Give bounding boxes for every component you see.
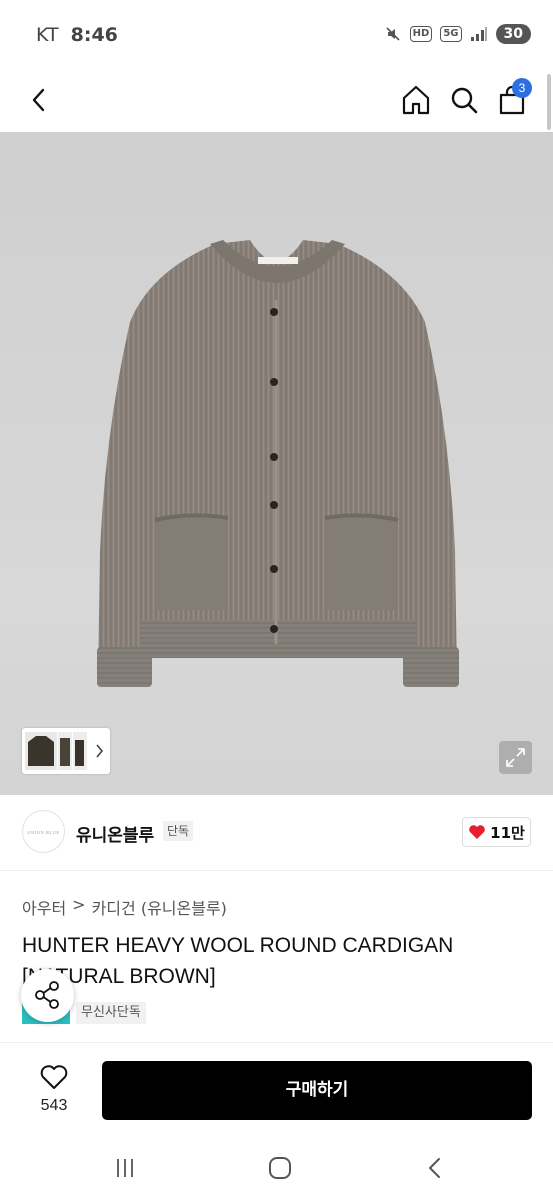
search-icon[interactable] [446, 82, 482, 118]
thumbnail-strip[interactable] [22, 728, 110, 774]
battery-indicator: 30 [495, 24, 531, 44]
clock: 8:46 [70, 24, 118, 46]
musinsa-exclusive-tag: 무신사단독 [76, 1002, 146, 1024]
exclusive-tag: 단독 [163, 821, 194, 841]
product-title: HUNTER HEAVY WOOL ROUND CARDIGAN [NATURA… [22, 934, 454, 988]
recent-apps-icon[interactable] [110, 1153, 140, 1183]
status-right: HD 5G 30 [384, 24, 531, 44]
share-icon [35, 981, 59, 1009]
cardigan-illustration [97, 240, 459, 687]
status-left: KT 8:46 [36, 24, 118, 46]
brand-like-button[interactable]: 11만 [462, 817, 531, 847]
share-button[interactable] [21, 969, 74, 1022]
expand-button[interactable] [499, 741, 532, 774]
home-icon[interactable] [398, 82, 434, 118]
breadcrumb: 아우터 > 카디건 (유니온블루) [22, 895, 227, 919]
app-header [0, 70, 553, 132]
heart-icon [469, 825, 485, 839]
thumbnail-images [25, 732, 104, 770]
buy-button[interactable]: 구매하기 [102, 1061, 532, 1120]
signal-icon [470, 27, 487, 41]
hd-badge: HD [409, 26, 433, 42]
wishlist-button[interactable]: 543 [28, 1061, 80, 1121]
brand-logo[interactable]: UNION BLUE [22, 810, 65, 853]
carrier-label: KT [36, 24, 59, 46]
expand-icon [506, 748, 525, 767]
product-image[interactable] [0, 132, 553, 795]
scroll-indicator [547, 74, 551, 130]
home-nav-icon[interactable] [265, 1153, 295, 1183]
heart-outline-icon [40, 1065, 68, 1089]
back-nav-icon[interactable] [420, 1153, 450, 1183]
breadcrumb-subcategory[interactable]: 카디건 (유니온블루) [92, 895, 227, 919]
cart-count-badge: 3 [512, 78, 532, 98]
breadcrumb-separator: > [72, 895, 86, 914]
brand-like-count: 11만 [490, 823, 525, 842]
back-icon[interactable] [22, 82, 58, 118]
network-badge: 5G [440, 26, 462, 42]
mute-icon [386, 27, 400, 41]
wishlist-count: 543 [40, 1097, 68, 1114]
status-bar: KT 8:46 HD 5G 30 [0, 0, 553, 70]
system-navigation-bar [0, 1135, 553, 1200]
brand-row[interactable]: UNION BLUE 유니온블루 단독 11만 [0, 795, 553, 871]
breadcrumb-category[interactable]: 아우터 [22, 895, 66, 919]
bottom-action-bar: 543 구매하기 [0, 1042, 553, 1135]
brand-name[interactable]: 유니온블루 [76, 821, 154, 846]
